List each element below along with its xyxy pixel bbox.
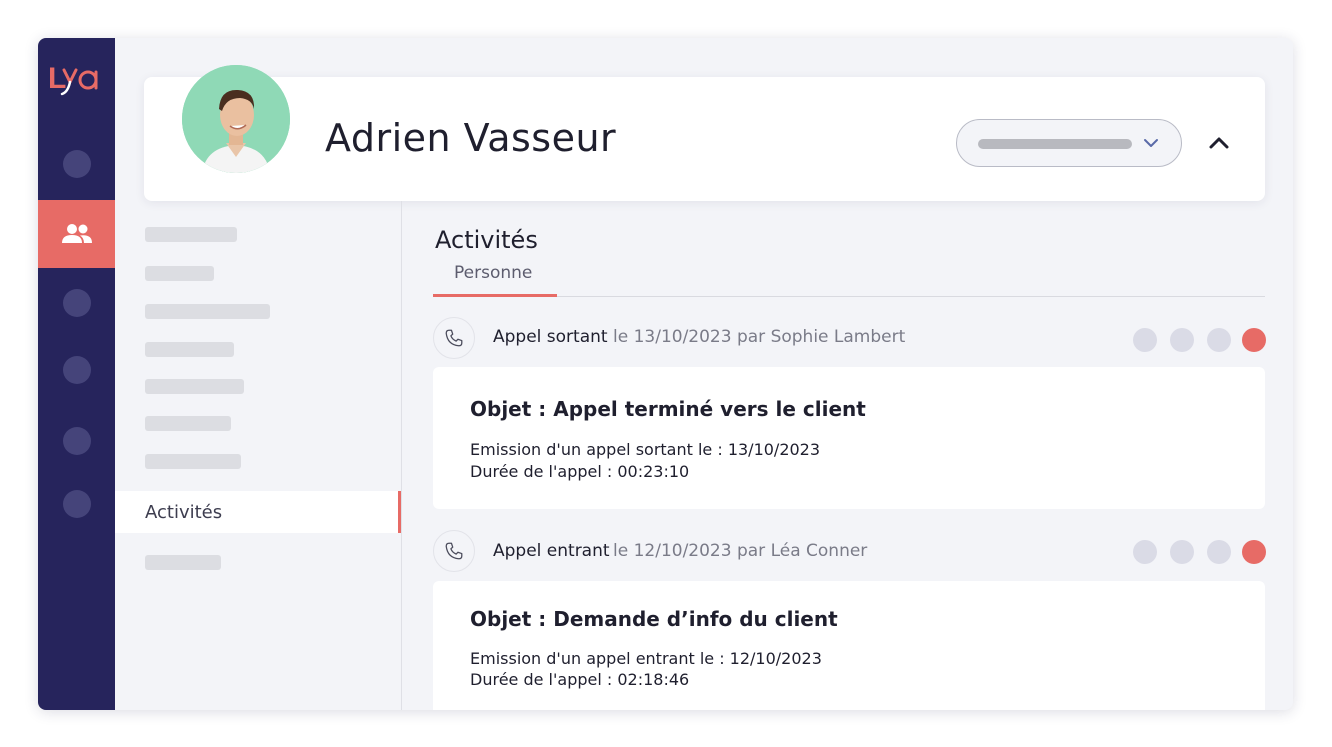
sidebar-item-2[interactable] (63, 289, 91, 317)
activity-2-meta: le 12/10/2023 par Léa Conner (613, 541, 868, 561)
app-window: L Adrien Vasseur Activités Activités Per… (38, 38, 1293, 710)
sidebar-item-4[interactable] (63, 427, 91, 455)
user-name: Adrien Vasseur (325, 116, 617, 160)
status-dot-3[interactable] (1207, 328, 1231, 352)
header-select[interactable] (956, 119, 1182, 167)
avatar (182, 65, 290, 173)
sidebar-item-5[interactable] (63, 490, 91, 518)
side-menu-label: Activités (145, 502, 223, 523)
activity-2-card[interactable]: Objet : Demande d’info du client Emissio… (433, 581, 1265, 710)
activity-detail-line: Durée de l'appel : 00:23:10 (470, 462, 690, 481)
tab-personne[interactable]: Personne (454, 263, 532, 283)
chevron-down-icon (1144, 139, 1158, 147)
menu-placeholder-4[interactable] (145, 342, 234, 357)
status-dot-active[interactable] (1242, 540, 1266, 564)
status-dot-1[interactable] (1133, 540, 1157, 564)
tab-active-underline (433, 294, 557, 297)
svg-text:L: L (48, 62, 66, 95)
menu-placeholder-7[interactable] (145, 454, 241, 469)
menu-placeholder-8[interactable] (145, 555, 221, 570)
side-menu-item-activites[interactable]: Activités (115, 491, 401, 533)
activity-2-icon-wrap (433, 530, 475, 572)
activity-1-meta: le 13/10/2023 par Sophie Lambert (613, 327, 906, 347)
select-value-placeholder (978, 139, 1132, 149)
status-dot-2[interactable] (1170, 328, 1194, 352)
activity-subject: Objet : Appel terminé vers le client (470, 397, 866, 421)
column-divider (401, 201, 402, 710)
sidebar-item-contacts[interactable] (38, 200, 115, 268)
activity-1-card[interactable]: Objet : Appel terminé vers le client Emi… (433, 367, 1265, 509)
status-dot-3[interactable] (1207, 540, 1231, 564)
sidebar: L (38, 38, 115, 710)
user-photo (182, 65, 290, 173)
menu-placeholder-1[interactable] (145, 227, 237, 242)
menu-placeholder-2[interactable] (145, 266, 214, 281)
sidebar-item-3[interactable] (63, 356, 91, 384)
menu-placeholder-3[interactable] (145, 304, 270, 319)
users-icon (61, 224, 92, 243)
sidebar-item-1[interactable] (63, 150, 91, 178)
section-title: Activités (435, 226, 538, 254)
lya-logo: L (48, 62, 98, 96)
status-dot-2[interactable] (1170, 540, 1194, 564)
chevron-up-icon[interactable] (1208, 135, 1230, 151)
activity-1-icon-wrap (433, 317, 475, 359)
activity-2-type: Appel entrant (493, 541, 610, 561)
menu-placeholder-6[interactable] (145, 416, 231, 431)
phone-icon (445, 542, 463, 560)
activity-1-type: Appel sortant (493, 327, 608, 347)
phone-icon (445, 329, 463, 347)
menu-placeholder-5[interactable] (145, 379, 244, 394)
activity-detail-line: Emission d'un appel entrant le : 12/10/2… (470, 649, 822, 668)
tabs-divider (433, 296, 1265, 297)
profile-header: Adrien Vasseur (144, 65, 1265, 201)
activity-detail-line: Emission d'un appel sortant le : 13/10/2… (470, 440, 821, 459)
activity-subject: Objet : Demande d’info du client (470, 607, 838, 631)
status-dot-active[interactable] (1242, 328, 1266, 352)
activity-detail-line: Durée de l'appel : 02:18:46 (470, 670, 690, 689)
status-dot-1[interactable] (1133, 328, 1157, 352)
